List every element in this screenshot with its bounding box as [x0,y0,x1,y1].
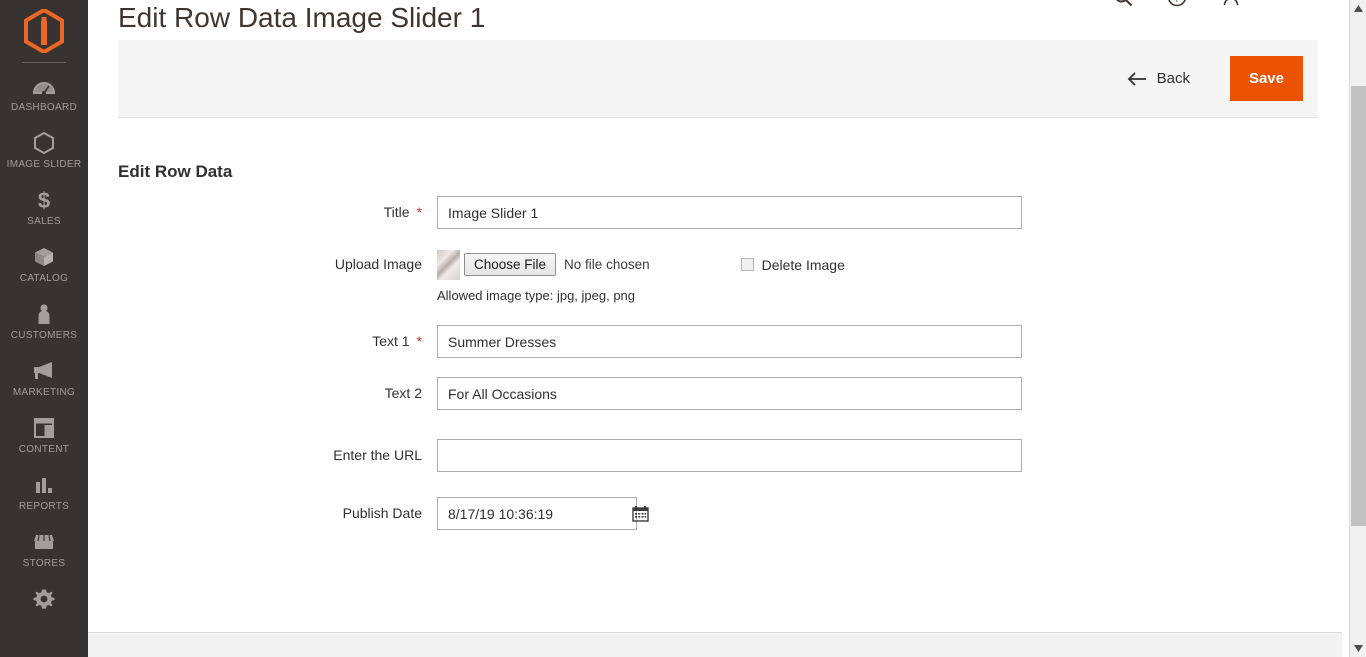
publish-date-input[interactable] [448,505,629,522]
vertical-scrollbar[interactable] [1349,0,1366,657]
sidebar-item-catalog[interactable]: CATALOG [0,236,88,293]
sidebar-item-label: CONTENT [18,444,70,455]
scrollbar-thumb[interactable] [1351,86,1366,526]
required-marker: * [416,333,422,349]
magento-logo[interactable] [0,0,88,62]
field-row-url: Enter the URL [88,439,1366,472]
choose-file-button[interactable]: Choose File [464,253,557,276]
upload-image-control: Choose File No file chosen Delete Image … [437,248,845,303]
person-icon [34,302,54,326]
arrow-left-icon [1127,71,1147,86]
box-icon [32,245,56,269]
save-button[interactable]: Save [1229,56,1303,101]
field-row-upload-image: Upload Image Choose File No file chosen … [88,248,1366,303]
field-row-text1: Text 1 * [88,325,1366,358]
megaphone-icon [32,359,56,383]
text2-label-text: Text 2 [384,385,422,401]
image-thumbnail [437,249,460,280]
publish-date-label: Publish Date [88,497,422,530]
url-control [437,439,1022,472]
text2-input[interactable] [437,377,1022,410]
url-label: Enter the URL [88,439,422,472]
main-content: Edit Row Data Image Slider 1 ? [88,0,1366,657]
caret-up-icon[interactable] [1350,0,1366,17]
title-input[interactable] [437,196,1022,229]
back-button-label: Back [1156,70,1190,87]
text1-input[interactable] [437,325,1022,358]
publish-date-label-text: Publish Date [342,505,422,521]
layout-icon [33,416,55,440]
required-marker: * [416,204,422,220]
upload-line: Choose File No file chosen Delete Image [437,248,845,281]
field-row-title: Title * [88,196,1366,229]
delete-image-label: Delete Image [761,256,845,273]
text1-control [437,325,1022,358]
sidebar-item-image-slider[interactable]: IMAGE SLIDER [0,122,88,179]
url-input[interactable] [437,439,1022,472]
upload-image-label-text: Upload Image [334,256,422,272]
sidebar-item-label: CUSTOMERS [10,330,78,341]
dollar-icon: $ [34,188,54,212]
svg-text:$: $ [38,188,50,212]
field-row-text2: Text 2 [88,377,1366,410]
sidebar-item-label: CATALOG [19,273,69,284]
caret-down-icon[interactable] [1350,640,1366,657]
storefront-icon [32,530,56,554]
sidebar-item-content[interactable]: CONTENT [0,407,88,464]
sidebar: DASHBOARD IMAGE SLIDER $ SALES CATALOG C… [0,0,88,657]
text2-control [437,377,1022,410]
text2-label: Text 2 [88,377,422,410]
upload-image-label: Upload Image [88,248,422,281]
title-label: Title * [88,196,422,229]
help-icon[interactable]: ? [1166,0,1188,8]
field-row-publish-date: Publish Date [88,497,1366,530]
sidebar-item-system[interactable] [0,578,88,623]
sidebar-item-label: STORES [22,558,66,569]
text1-label: Text 1 * [88,325,422,358]
page-title: Edit Row Data Image Slider 1 [118,1,486,33]
calendar-icon[interactable] [629,505,652,522]
header-icon-group: ? [1112,0,1242,8]
sidebar-item-customers[interactable]: CUSTOMERS [0,293,88,350]
sidebar-item-stores[interactable]: STORES [0,521,88,578]
sidebar-item-label: REPORTS [18,501,70,512]
sidebar-item-label: DASHBOARD [10,102,78,113]
sidebar-item-reports[interactable]: REPORTS [0,464,88,521]
title-control [437,196,1022,229]
page-actions-toolbar: Back Save [118,40,1318,118]
sidebar-item-sales[interactable]: $ SALES [0,179,88,236]
footer-strip [88,632,1342,657]
sidebar-item-marketing[interactable]: MARKETING [0,350,88,407]
dashboard-icon [32,74,56,98]
account-icon[interactable] [1220,0,1242,8]
sidebar-item-label: MARKETING [12,387,76,398]
text1-label-text: Text 1 [372,333,410,349]
admin-page: DASHBOARD IMAGE SLIDER $ SALES CATALOG C… [0,0,1366,657]
back-button[interactable]: Back [1117,64,1200,93]
delete-image-checkbox-group[interactable]: Delete Image [740,256,845,273]
delete-image-checkbox[interactable] [740,258,754,271]
search-icon[interactable] [1112,0,1134,8]
gear-icon [32,587,56,611]
url-label-text: Enter the URL [333,447,422,463]
edit-row-data-form: Title * Upload Image Choose File No file … [88,196,1366,549]
hexagon-icon [33,131,55,155]
section-title: Edit Row Data [118,162,233,182]
title-label-text: Title [383,204,410,220]
publish-date-control [437,497,649,530]
sidebar-divider [22,62,66,63]
sidebar-item-label: SALES [27,216,61,227]
bar-chart-icon [33,473,55,497]
publish-date-field [437,497,649,530]
svg-text:?: ? [1174,0,1181,5]
no-file-chosen-text: No file chosen [564,257,650,272]
sidebar-item-label: IMAGE SLIDER [6,159,82,170]
sidebar-item-dashboard[interactable]: DASHBOARD [0,65,88,122]
allowed-image-types-note: Allowed image type: jpg, jpeg, png [437,288,636,303]
